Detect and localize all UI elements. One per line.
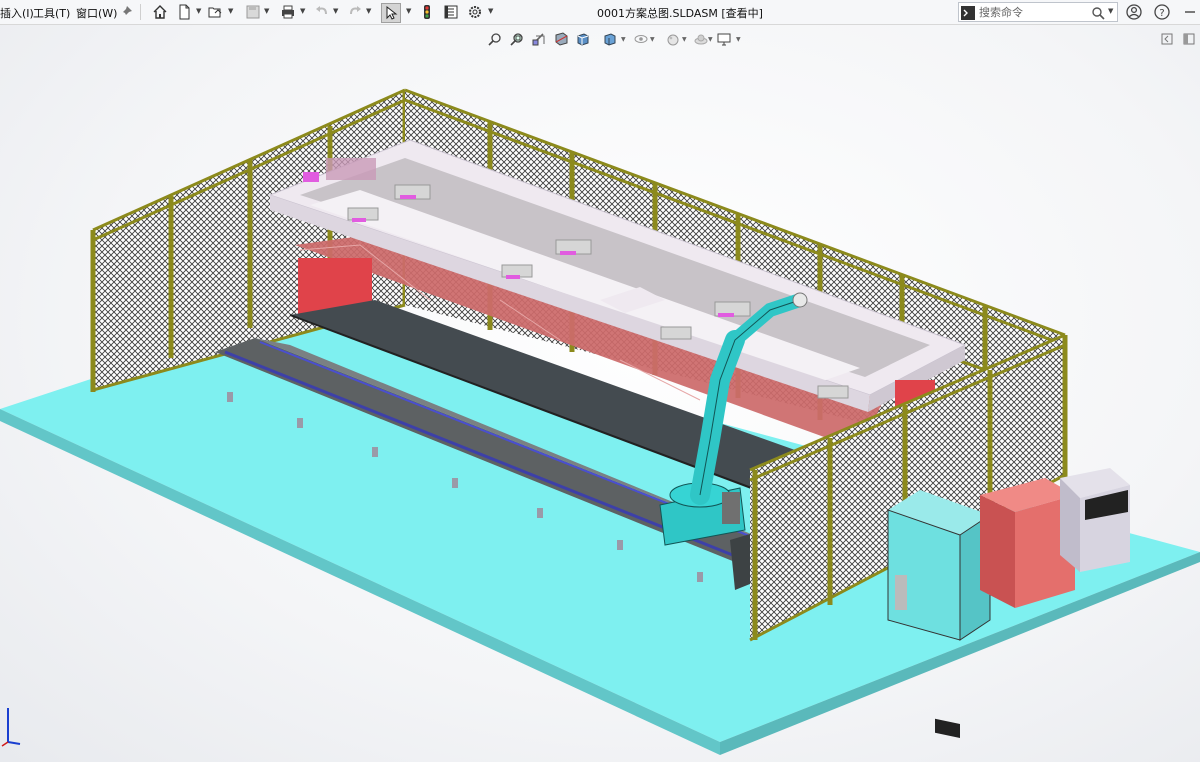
chevron-down-icon[interactable]: ▼ [366, 7, 371, 15]
menu-tools[interactable]: 工具(T) [33, 5, 70, 21]
chevron-down-icon[interactable]: ▼ [333, 7, 338, 15]
chevron-down-icon[interactable]: ▼ [228, 7, 233, 15]
help-icon[interactable]: ? [1153, 3, 1171, 21]
redo-icon[interactable] [346, 3, 364, 21]
command-prompt-icon [961, 5, 975, 20]
chevron-down-icon[interactable]: ▼ [488, 7, 493, 15]
chevron-down-icon[interactable]: ▼ [264, 7, 269, 15]
menu-insert[interactable]: 插入(I) [0, 5, 34, 21]
chevron-down-icon[interactable]: ▼ [300, 7, 305, 15]
coordinate-triad-icon [1, 708, 21, 747]
open-file-icon[interactable] [206, 3, 224, 21]
undo-icon[interactable] [313, 3, 331, 21]
traffic-light-icon[interactable] [418, 3, 436, 21]
home-icon[interactable] [151, 3, 169, 21]
minimize-icon[interactable] [1181, 3, 1199, 21]
chevron-down-icon[interactable]: ▼ [406, 7, 411, 15]
search-input[interactable] [979, 4, 1084, 20]
file-properties-icon[interactable] [442, 3, 460, 21]
chevron-down-icon[interactable]: ▼ [1108, 7, 1113, 15]
select-pointer-icon[interactable] [381, 3, 401, 23]
title-bar: 插入(I) 工具(T) 窗口(W) ▼ ▼ ▼ ▼ ▼ ▼ ▼ ▼ 0001方案… [0, 0, 1200, 25]
window-title: 0001方案总图.SLDASM [查看中] [597, 7, 763, 20]
search-icon[interactable] [1091, 5, 1105, 20]
print-icon[interactable] [279, 3, 297, 21]
search-commands-box[interactable]: ▼ [958, 2, 1118, 22]
toolbar-separator [140, 4, 141, 20]
chevron-down-icon[interactable]: ▼ [196, 7, 201, 15]
save-icon[interactable] [244, 3, 262, 21]
pin-icon[interactable] [117, 3, 135, 21]
control-cabinet[interactable] [887, 490, 991, 739]
new-document-icon[interactable] [175, 3, 193, 21]
menu-window[interactable]: 窗口(W) [76, 5, 117, 21]
svg-text:?: ? [1159, 8, 1164, 19]
assembly-model[interactable] [0, 25, 1200, 762]
user-account-icon[interactable] [1125, 3, 1143, 21]
grey-cabinet[interactable] [1060, 468, 1130, 572]
options-gear-icon[interactable] [466, 3, 484, 21]
